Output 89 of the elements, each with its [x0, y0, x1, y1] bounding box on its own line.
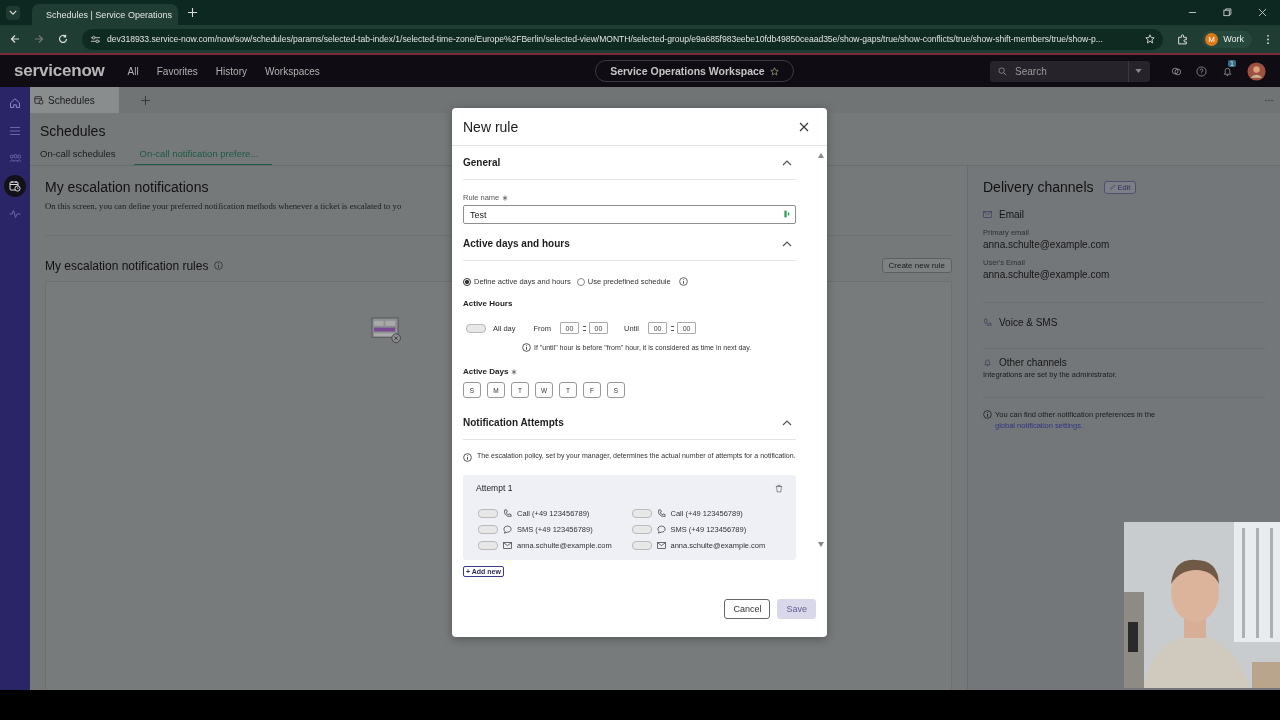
nav-link[interactable]: History	[215, 65, 247, 77]
back-icon[interactable]	[10, 34, 20, 44]
profile-button[interactable]: M Work	[1202, 30, 1252, 48]
chat-bubble-icon	[656, 524, 666, 534]
radio-button[interactable]	[463, 277, 471, 286]
cancel-button[interactable]: Cancel	[724, 599, 771, 619]
app-tab[interactable]: Schedules	[30, 87, 119, 113]
rule-name-field[interactable]: Test	[463, 205, 796, 224]
toggle-switch[interactable]	[631, 540, 652, 550]
pencil-icon	[1109, 184, 1116, 190]
info-icon	[214, 261, 224, 270]
search-bar[interactable]: Search	[990, 60, 1150, 82]
chevron-up-icon[interactable]	[782, 419, 792, 426]
section-title: Active days and hours	[463, 238, 570, 249]
trash-icon[interactable]	[775, 483, 783, 493]
new-tab-icon[interactable]	[188, 8, 197, 17]
site-settings-icon	[90, 34, 101, 44]
search-input[interactable]: Search	[1013, 64, 1122, 78]
envelope-icon	[983, 211, 992, 218]
subsection-title: Active Days	[463, 367, 796, 376]
channel-title: Other channels	[999, 357, 1067, 368]
toggle-switch[interactable]	[631, 508, 652, 518]
caret-icon[interactable]	[1135, 69, 1142, 73]
field-value: anna.schulte@example.com	[983, 269, 1111, 280]
description-text: On this screen, you can define your preferred notification methods whenever a ticket is escalated to yo	[45, 201, 403, 211]
avatar-icon[interactable]	[1247, 61, 1266, 81]
bell-icon	[983, 358, 992, 367]
chat-icon[interactable]	[1171, 66, 1182, 76]
home-icon[interactable]	[9, 97, 21, 109]
star-icon[interactable]	[1145, 34, 1156, 44]
pulse-icon[interactable]	[9, 209, 21, 219]
page-title: Schedules	[40, 123, 106, 139]
create-rule-button[interactable]: Create new rule	[881, 258, 952, 273]
more-options-icon[interactable]	[1266, 33, 1270, 45]
empty-state-drawing	[371, 317, 402, 344]
reload-icon[interactable]	[58, 34, 68, 44]
channel-title: Email	[999, 209, 1024, 220]
calendar-clock-icon[interactable]	[4, 175, 26, 197]
restore-icon[interactable]	[1223, 8, 1232, 17]
section-title: Notification Attempts	[463, 417, 564, 428]
scroll-up-icon[interactable]	[818, 153, 824, 158]
envelope-icon	[503, 541, 512, 549]
scroll-down-icon[interactable]	[818, 542, 824, 547]
toggle-switch[interactable]	[478, 508, 498, 518]
phone-icon	[656, 508, 666, 518]
attempt-title: Attempt 1	[476, 483, 513, 493]
nav-link[interactable]: All	[127, 65, 139, 77]
url-text: dev318933.service-now.com/now/sow/schedules/params/selected-tab-index/1/selected-time-zone/Europe%2FBerlin/selected-view/MONTH/selected-group/e9a685f983eebe10fdb49850ceaad35e/show-gaps/true/show-conflicts/true/show-shift-members/true/show-p...	[107, 34, 1104, 44]
phone-icon	[983, 318, 992, 327]
envelope-icon	[656, 541, 666, 549]
nav-link[interactable]: Workspaces	[265, 65, 320, 77]
info-icon	[983, 410, 992, 419]
toggle-switch[interactable]	[478, 524, 498, 534]
chevron-up-icon[interactable]	[782, 159, 792, 166]
section-heading: My escalation notifications	[45, 179, 210, 195]
field-value: anna.schulte@example.com	[983, 239, 1111, 250]
dialog-title: New rule	[463, 118, 519, 135]
section-title: General	[463, 157, 501, 168]
info-icon	[522, 343, 531, 352]
help-icon[interactable]	[1196, 65, 1207, 77]
close-icon[interactable]	[799, 121, 809, 132]
toggle-switch[interactable]	[478, 540, 498, 550]
search-icon	[998, 66, 1007, 76]
subsection-title: Active Hours	[463, 299, 514, 308]
info-icon	[678, 277, 688, 286]
toggle-switch[interactable]	[631, 524, 652, 534]
page-tab[interactable]: On-call schedules	[40, 147, 124, 165]
panel-title: Delivery channels	[983, 179, 1094, 195]
address-bar[interactable]	[82, 28, 1164, 50]
channel-title: Voice & SMS	[999, 317, 1058, 328]
list-icon[interactable]	[9, 125, 21, 137]
forward-icon[interactable]	[34, 34, 44, 44]
phone-icon	[503, 508, 512, 518]
bell-icon[interactable]	[1222, 65, 1233, 77]
chevron-down-icon	[9, 10, 17, 15]
calendar-icon	[34, 95, 44, 105]
puzzle-piece-icon[interactable]	[1177, 33, 1189, 45]
toggle-switch[interactable]	[466, 323, 486, 333]
star-icon	[769, 66, 779, 76]
chevron-up-icon[interactable]	[782, 240, 792, 247]
browser-tab[interactable]: Schedules | Service Operations	[32, 4, 178, 25]
info-icon	[463, 453, 472, 462]
chat-bubble-icon	[503, 524, 512, 534]
password-manager-icon[interactable]	[784, 210, 790, 218]
add-tab-icon[interactable]	[140, 95, 150, 105]
nav-link[interactable]: Favorites	[156, 65, 198, 77]
section-heading: My escalation notification rules	[45, 258, 209, 273]
tab-search-button[interactable]	[6, 5, 20, 20]
logo[interactable]: servicenow	[14, 61, 105, 81]
